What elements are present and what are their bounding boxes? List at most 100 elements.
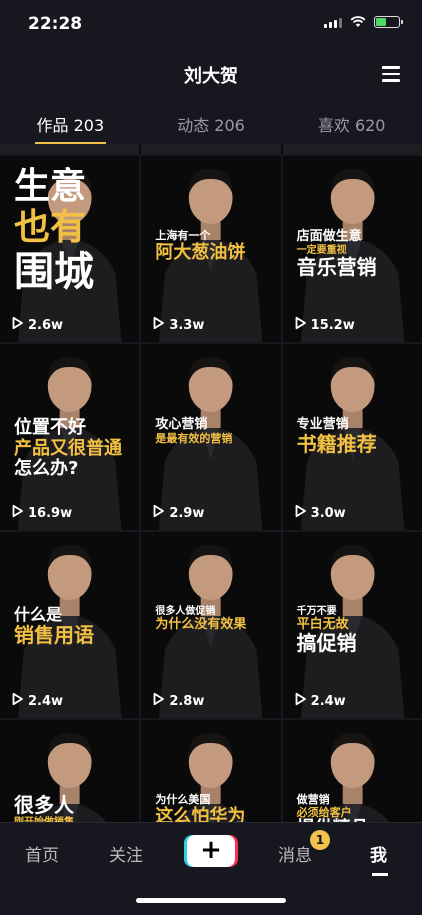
caption-line: 上海有一个	[155, 229, 211, 242]
video-caption: 为什么美国 这么怕华为	[155, 793, 274, 822]
caption-line: 阿大葱油饼	[155, 241, 246, 263]
play-count-value: 2.4w	[28, 693, 64, 709]
video-thumbnail[interactable]: 攻心营销 是最有效的营销 2.9w	[141, 344, 281, 530]
caption-line: 产品又很普通	[14, 437, 122, 459]
caption-line: 很多人做促销	[155, 606, 216, 617]
video-thumbnail[interactable]: 什么是 销售用语 2.4w	[0, 532, 140, 718]
caption-line: 为什么美国	[155, 793, 211, 806]
play-count: 3.3w	[151, 316, 204, 334]
video-caption: 什么是 销售用语	[14, 605, 133, 648]
previous-row-edge	[0, 144, 422, 154]
caption-line: 店面做生意	[296, 229, 362, 244]
video-caption: 位置不好 产品又很普通 怎么办?	[14, 417, 133, 480]
play-icon	[151, 692, 165, 710]
play-icon	[293, 504, 307, 522]
play-icon	[10, 504, 24, 522]
caption-line: 平白无故	[296, 616, 349, 632]
play-count: 2.6w	[10, 316, 63, 334]
video-thumbnail[interactable]: 千万不要 平白无故 搞促销 2.4w	[282, 532, 422, 718]
caption-line: 生意	[14, 166, 87, 207]
caption-line: 围城	[14, 248, 94, 295]
play-count: 3.0w	[293, 504, 346, 522]
caption-line: 很多人	[14, 793, 74, 817]
play-icon	[151, 316, 165, 334]
play-icon	[293, 316, 307, 334]
video-row: 什么是 销售用语 2.4w 很多人做促销 为什么没有效果 2.8w 千万不要 平白无故 搞促销 2…	[0, 532, 422, 718]
play-count: 2.4w	[10, 692, 63, 710]
caption-line: 销售用语	[14, 623, 94, 648]
tab-works[interactable]: 作品 203	[0, 100, 141, 144]
nav-home[interactable]: 首页	[25, 841, 59, 866]
video-caption: 攻心营销 是最有效的营销	[155, 417, 274, 446]
video-thumbnail[interactable]: 上海有一个 阿大葱油饼 3.3w	[141, 156, 281, 342]
video-thumbnail[interactable]: 做营销必须给客户提供精品	[282, 720, 422, 822]
caption-line: 专业营销	[296, 417, 349, 432]
play-count: 2.9w	[151, 504, 204, 522]
status-time: 22:28	[28, 14, 83, 34]
caption-line: 什么是	[14, 605, 63, 624]
play-count-value: 3.0w	[310, 505, 346, 521]
play-count: 2.8w	[151, 692, 204, 710]
play-icon	[293, 692, 307, 710]
profile-name: 刘大贺	[184, 66, 238, 87]
video-thumbnail[interactable]: 专业营销 书籍推荐 3.0w	[282, 344, 422, 530]
video-caption: 千万不要 平白无故 搞促销	[297, 606, 416, 655]
play-count-value: 2.9w	[169, 505, 205, 521]
caption-line: 音乐营销	[296, 255, 377, 280]
video-caption: 上海有一个 阿大葱油饼	[155, 229, 274, 263]
caption-line: 怎么办?	[14, 458, 79, 480]
messages-badge: 1	[310, 830, 330, 850]
nav-messages[interactable]: 消息	[278, 841, 312, 866]
status-bar: 22:28	[0, 0, 422, 48]
video-caption: 专业营销 书籍推荐	[296, 417, 416, 456]
tab-likes[interactable]: 喜欢 620	[281, 100, 422, 144]
play-count-value: 3.3w	[169, 317, 205, 333]
tab-activity[interactable]: 动态 206	[141, 100, 282, 144]
play-icon	[10, 692, 24, 710]
play-count: 2.4w	[293, 692, 346, 710]
battery-icon	[374, 16, 403, 28]
wifi-icon	[350, 16, 366, 27]
video-row: 生意 也有 围城 2.6w 上海有一个 阿大葱油饼 3.3w 店面做生意 一定要重视 音乐营销 15…	[0, 156, 422, 342]
video-row: 位置不好 产品又很普通 怎么办? 16.9w 攻心营销 是最有效的营销 2.9w 专业营销 书籍…	[0, 344, 422, 530]
add-video-button[interactable]: +	[184, 835, 238, 867]
play-count: 16.9w	[10, 504, 72, 522]
video-thumbnail[interactable]: 很多人刚开始做销售放不下面子	[0, 720, 140, 823]
video-thumbnail[interactable]: 位置不好 产品又很普通 怎么办? 16.9w	[0, 344, 140, 530]
profile-tabs: 作品 203 动态 206 喜欢 620	[0, 100, 422, 144]
play-count-value: 2.6w	[28, 317, 64, 333]
caption-line: 千万不要	[296, 606, 337, 617]
caption-line: 也有	[14, 207, 87, 249]
play-count-value: 2.8w	[169, 693, 205, 709]
play-icon	[151, 504, 165, 522]
video-thumbnail[interactable]: 为什么美国 这么怕华为	[141, 720, 281, 822]
video-grid: 生意 也有 围城 2.6w 上海有一个 阿大葱油饼 3.3w 店面做生意 一定要重视 音乐营销 15…	[0, 144, 422, 822]
video-caption: 做营销必须给客户提供精品	[296, 793, 416, 822]
status-icons	[324, 16, 403, 28]
home-indicator	[136, 898, 286, 903]
caption-line: 是最有效的营销	[155, 431, 233, 445]
video-caption: 生意 也有 围城	[14, 166, 133, 295]
profile-header: 刘大贺	[0, 48, 422, 100]
caption-line: 攻心营销	[155, 417, 208, 432]
video-thumbnail[interactable]: 很多人做促销 为什么没有效果 2.8w	[141, 532, 281, 718]
nav-following[interactable]: 关注	[109, 841, 143, 866]
video-caption: 很多人做促销 为什么没有效果	[155, 606, 274, 632]
caption-line: 这么怕华为	[155, 805, 246, 822]
nav-me[interactable]: 我	[370, 841, 387, 866]
caption-line: 做营销	[296, 793, 330, 806]
caption-line: 搞促销	[296, 631, 357, 656]
video-caption: 很多人刚开始做销售放不下面子	[14, 793, 133, 823]
video-row: 很多人刚开始做销售放不下面子为什么美国这么怕华为做营销必须给客户提供精品	[0, 720, 422, 822]
caption-line: 为什么没有效果	[155, 616, 247, 632]
hamburger-menu-icon[interactable]	[382, 66, 400, 82]
video-thumbnail[interactable]: 生意 也有 围城 2.6w	[0, 156, 140, 342]
play-icon	[10, 316, 24, 334]
video-caption: 店面做生意 一定要重视 音乐营销	[296, 229, 416, 280]
cellular-signal-icon	[324, 16, 342, 28]
play-count-value: 15.2w	[310, 317, 355, 333]
play-count-value: 2.4w	[310, 693, 346, 709]
video-thumbnail[interactable]: 店面做生意 一定要重视 音乐营销 15.2w	[282, 156, 422, 342]
plus-icon: +	[187, 835, 235, 867]
active-tab-indicator	[372, 873, 388, 876]
